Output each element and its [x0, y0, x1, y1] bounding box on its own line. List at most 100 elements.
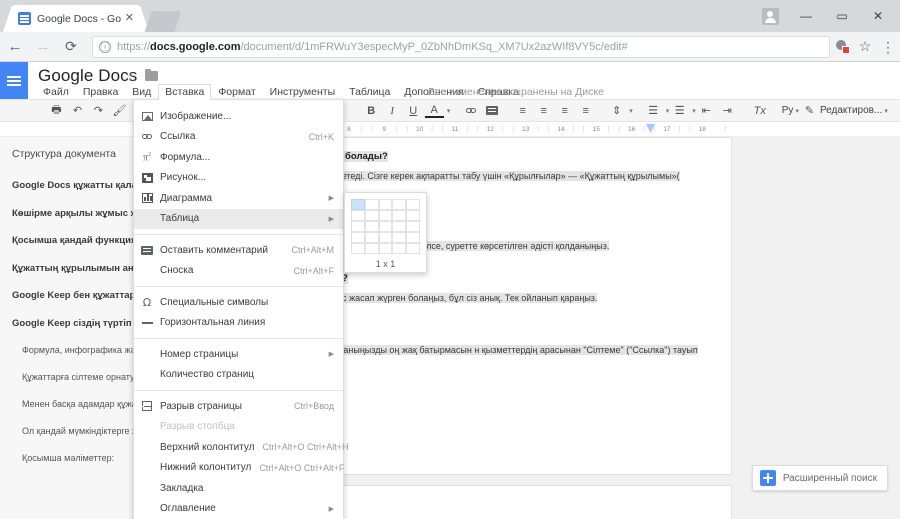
clear-formatting-icon[interactable]: Tx	[749, 101, 771, 120]
insert-menu-item[interactable]: Нижний колонтитул Ctrl+Alt+O Ctrl+Alt+F	[134, 458, 344, 479]
table-grid-cell[interactable]	[364, 199, 379, 210]
indent-less-icon[interactable]: ⇤	[697, 101, 716, 120]
menu-file[interactable]: Файл	[36, 84, 76, 100]
folder-icon[interactable]	[145, 68, 158, 81]
table-grid-cell[interactable]	[351, 221, 365, 232]
close-icon[interactable]: ✕	[125, 13, 134, 24]
align-left-icon[interactable]: ≡	[513, 101, 532, 120]
docs-home-icon[interactable]	[0, 62, 28, 99]
minimize-button[interactable]: —	[788, 1, 824, 31]
insert-menu-item[interactable]: Количество страниц	[134, 365, 343, 386]
insert-menu-item[interactable]: Верхний колонтитул Ctrl+Alt+O Ctrl+Alt+H	[134, 437, 349, 458]
italic-icon[interactable]: I	[383, 101, 402, 120]
table-grid-cell[interactable]	[378, 210, 393, 221]
star-icon[interactable]: ☆	[126, 70, 137, 84]
close-window-button[interactable]: ✕	[860, 1, 896, 31]
insert-menu-item[interactable]: Номер страницы ▶	[134, 344, 343, 365]
print-icon[interactable]: 🖶	[47, 101, 66, 120]
underline-icon[interactable]: U	[404, 101, 423, 120]
table-grid-cell[interactable]	[406, 221, 420, 232]
input-tool-label[interactable]: Ру	[782, 105, 794, 116]
table-grid-cell[interactable]	[378, 199, 393, 210]
browser-tab[interactable]: Google Docs - Google Д ✕	[3, 5, 149, 32]
table-grid-cell[interactable]	[364, 210, 379, 221]
table-grid-cell[interactable]	[406, 210, 420, 221]
insert-menu-item[interactable]: Сноска Ctrl+Alt+F	[134, 261, 343, 282]
table-grid-cell[interactable]	[351, 243, 365, 254]
indent-more-icon[interactable]: ⇥	[718, 101, 737, 120]
chrome-menu-icon[interactable]: ⋮	[878, 40, 898, 54]
extension-icon[interactable]	[836, 39, 852, 55]
table-grid-cell[interactable]	[378, 232, 393, 243]
insert-menu-item[interactable]: Ссылка Ctrl+K	[134, 127, 343, 148]
menu-view[interactable]: Вид	[125, 84, 158, 100]
align-center-icon[interactable]: ≡	[534, 101, 553, 120]
insert-menu-item[interactable]: Изображение...	[134, 106, 343, 127]
text-color-icon[interactable]: A	[424, 104, 444, 118]
insert-menu-item[interactable]: Рисунок...	[134, 168, 343, 189]
table-grid-cell[interactable]	[351, 232, 365, 243]
site-info-icon[interactable]: ⓘ	[99, 40, 111, 53]
advanced-search-button[interactable]: Расширенный поиск	[751, 465, 888, 491]
chevron-down-icon[interactable]: ▾	[629, 107, 633, 115]
undo-icon[interactable]: ↶	[68, 101, 87, 120]
menu-format[interactable]: Формат	[211, 84, 262, 100]
insert-menu-item[interactable]: Ω Специальные символы	[134, 292, 343, 313]
reload-icon[interactable]: ⟳	[58, 34, 84, 60]
table-grid-cell[interactable]	[392, 221, 407, 232]
table-grid-cell[interactable]	[351, 199, 365, 210]
table-grid-cell[interactable]	[392, 210, 407, 221]
chevron-down-icon[interactable]: ▾	[692, 107, 696, 115]
align-right-icon[interactable]: ≡	[555, 101, 574, 120]
new-tab-button[interactable]	[144, 11, 182, 32]
menu-table[interactable]: Таблица	[342, 84, 397, 100]
address-bar[interactable]: ⓘ https://docs.google.com/document/d/1mF…	[92, 35, 830, 58]
table-grid-cell[interactable]	[351, 210, 365, 221]
editing-mode-label[interactable]: Редактиров...	[820, 105, 882, 116]
menu-tools[interactable]: Инструменты	[263, 84, 342, 100]
table-grid-cell[interactable]	[378, 221, 393, 232]
table-grid-cell[interactable]	[364, 232, 379, 243]
numbered-list-icon[interactable]: ☰	[644, 101, 663, 120]
table-grid-cell[interactable]	[406, 232, 420, 243]
redo-icon[interactable]: ↷	[89, 101, 108, 120]
table-grid-cell[interactable]	[406, 199, 420, 210]
table-grid-cell[interactable]	[392, 199, 407, 210]
bold-icon[interactable]: B	[362, 101, 381, 120]
table-grid-cell[interactable]	[392, 232, 407, 243]
menu-insert[interactable]: Вставка	[158, 83, 212, 100]
align-justify-icon[interactable]: ≡	[576, 101, 595, 120]
menu-edit[interactable]: Правка	[76, 84, 125, 100]
insert-menu-item[interactable]: Закладка	[134, 478, 343, 499]
collapse-toolbar-icon[interactable]: ⌃	[896, 101, 900, 120]
table-grid-cell[interactable]	[392, 243, 407, 254]
chevron-down-icon[interactable]: ▾	[884, 107, 888, 115]
chevron-down-icon[interactable]: ▾	[666, 107, 670, 115]
insert-menu-item[interactable]: Горизонтальная линия	[134, 313, 343, 334]
insert-menu-item[interactable]: π2 Формула...	[134, 147, 343, 168]
chevron-down-icon[interactable]: ▾	[447, 107, 451, 115]
maximize-button[interactable]: ▭	[824, 1, 860, 31]
paint-format-icon[interactable]: 🖌	[110, 101, 129, 120]
insert-menu-item[interactable]: Таблица ▶	[134, 208, 343, 229]
insert-menu-item[interactable]: Разрыв страницы Ctrl+Ввод	[134, 396, 343, 417]
table-grid-cell[interactable]	[406, 243, 420, 254]
profile-avatar-button[interactable]	[752, 1, 788, 31]
table-size-submenu[interactable]: 1 x 1	[344, 192, 427, 273]
pencil-icon[interactable]: ✎	[800, 101, 819, 120]
table-grid-cell[interactable]	[364, 221, 379, 232]
insert-menu-item[interactable]: Диаграмма ▶	[134, 188, 343, 209]
link-icon[interactable]	[461, 101, 480, 120]
table-size-grid[interactable]	[351, 199, 420, 254]
table-grid-cell[interactable]	[364, 243, 379, 254]
bookmark-star-icon[interactable]: ☆	[854, 38, 876, 55]
forward-icon[interactable]: →	[30, 34, 56, 60]
insert-menu-item[interactable]: Оставить комментарий Ctrl+Alt+M	[134, 240, 343, 261]
back-icon[interactable]: ←	[2, 34, 28, 60]
comment-icon[interactable]	[482, 101, 501, 120]
line-spacing-icon[interactable]: ⇕	[607, 101, 626, 120]
bullet-list-icon[interactable]: ☰	[670, 101, 689, 120]
table-grid-cell[interactable]	[378, 243, 393, 254]
insert-menu-item[interactable]: Оглавление ▶	[134, 499, 343, 519]
insert-menu-dropdown[interactable]: Изображение... Ссылка Ctrl+K π2 Формула... Ри…	[133, 99, 349, 519]
